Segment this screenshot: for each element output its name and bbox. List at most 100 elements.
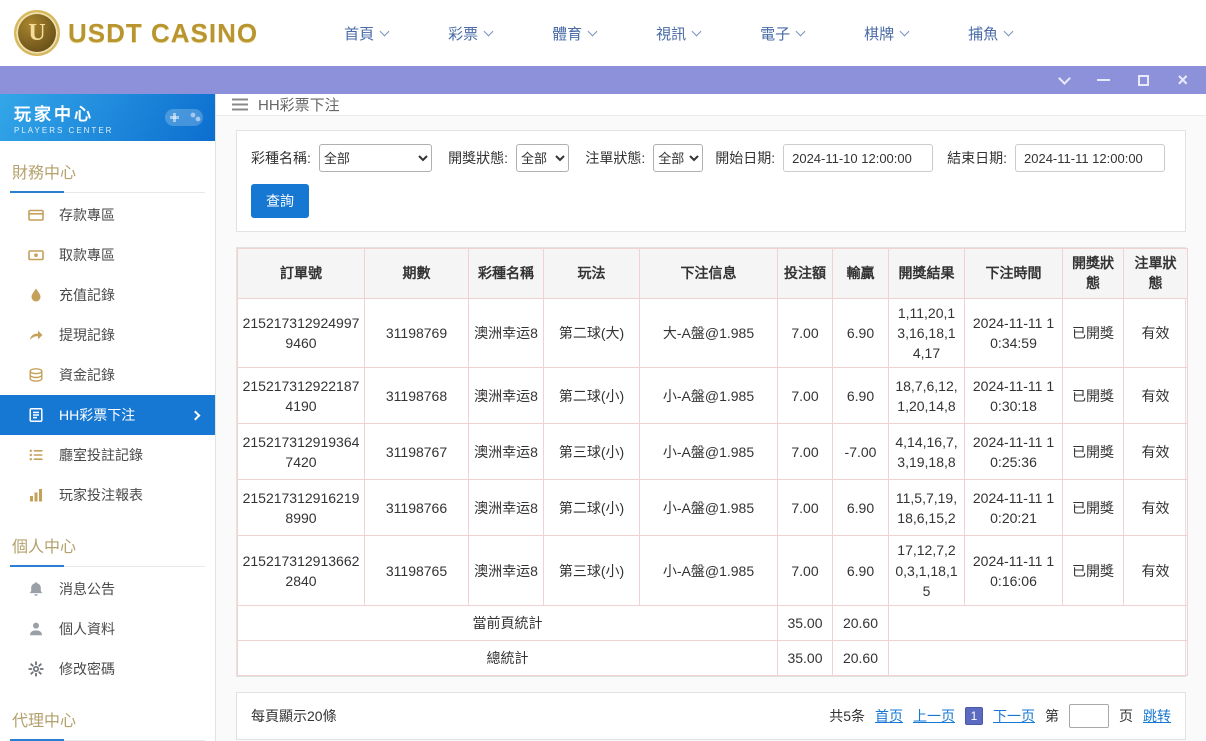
table-row: 2152173129193647420 31198767 澳洲幸运8 第三球(小… — [237, 423, 1188, 481]
order-status-label: 注單狀態: — [585, 150, 646, 166]
cell-play: 第二球(小) — [543, 479, 640, 537]
current-page-badge[interactable]: 1 — [965, 707, 983, 726]
start-date-input[interactable] — [783, 144, 934, 172]
cell-bet-amount: 7.00 — [777, 535, 833, 607]
sidebar-item-change-password[interactable]: 修改密碼 — [0, 649, 215, 689]
query-button[interactable]: 查詢 — [251, 184, 309, 218]
cell-bet-info: 小-A盤@1.985 — [639, 423, 778, 481]
column-header-bet-amount: 投注額 — [777, 248, 833, 299]
cell-bet-time: 2024-11-11 10:25:36 — [964, 423, 1063, 481]
share-arrow-icon — [28, 327, 44, 343]
sidebar-item-funds-record[interactable]: 資金記錄 — [0, 355, 215, 395]
sidebar-item-hh-lottery-bet[interactable]: HH彩票下注 — [0, 395, 215, 435]
cell-bet-time: 2024-11-11 10:30:18 — [964, 367, 1063, 425]
chevron-down-icon — [795, 26, 806, 36]
first-page-link[interactable]: 首页 — [875, 706, 903, 726]
bullet-list-icon — [28, 447, 44, 463]
next-page-link[interactable]: 下一页 — [993, 706, 1035, 726]
table-row: 2152173129136622840 31198765 澳洲幸运8 第三球(小… — [237, 535, 1188, 607]
table-header-row: 訂單號 期數 彩種名稱 玩法 下注信息 投注額 輸贏 開獎結果 下注時間 開獎狀… — [237, 248, 1188, 299]
nav-item-sports[interactable]: 體育 — [522, 23, 626, 44]
nav-item-boardgames[interactable]: 棋牌 — [834, 23, 938, 44]
nav-item-live[interactable]: 視訊 — [626, 23, 730, 44]
page-jump-input[interactable] — [1069, 704, 1109, 729]
total-summary-row: 總統計 35.00 20.60 — [237, 640, 1188, 677]
summary-win-loss: 20.60 — [832, 640, 889, 677]
cell-win-loss: 6.90 — [832, 535, 889, 607]
lottery-name-select[interactable]: 全部 — [318, 144, 433, 172]
column-header-bet-info: 下注信息 — [639, 248, 778, 299]
prev-page-link[interactable]: 上一页 — [913, 706, 955, 726]
cell-win-loss: 6.90 — [832, 479, 889, 537]
hamburger-menu-icon[interactable] — [232, 98, 248, 111]
filter-panel: 彩種名稱: 全部 開獎狀態: 全部 注單狀態: 全部 開始日期: 結束日期: 查… — [236, 130, 1186, 232]
nav-item-home[interactable]: 首頁 — [314, 23, 418, 44]
current-page-summary-row: 當前頁統計 35.00 20.60 — [237, 605, 1188, 642]
withdraw-money-icon — [28, 247, 44, 263]
window-maximize-icon[interactable] — [1138, 74, 1150, 86]
table-row: 2152173129249979460 31198769 澳洲幸运8 第二球(大… — [237, 297, 1188, 369]
cell-draw-status: 已開獎 — [1062, 423, 1124, 481]
sidebar-item-label: HH彩票下注 — [59, 407, 136, 423]
logo-text: USDT CASINO — [68, 17, 259, 48]
draw-status-select[interactable]: 全部 — [516, 144, 570, 172]
nav-label: 電子 — [760, 25, 791, 43]
jump-suffix-label: 页 — [1119, 708, 1133, 725]
cell-bet-amount: 7.00 — [777, 367, 833, 425]
sidebar-item-player-bet-report[interactable]: 玩家投注報表 — [0, 475, 215, 515]
column-header-draw-status: 開獎狀態 — [1062, 248, 1124, 299]
cell-draw-status: 已開獎 — [1062, 297, 1124, 369]
section-agent-center: 代理中心 — [10, 699, 205, 741]
bell-icon — [28, 581, 44, 597]
table-row: 2152173129162198990 31198766 澳洲幸运8 第二球(小… — [237, 479, 1188, 537]
sidebar-item-recharge-record[interactable]: 充值記錄 — [0, 275, 215, 315]
cell-win-loss: 6.90 — [832, 297, 889, 369]
cell-draw-result: 11,5,7,19,18,6,15,2 — [888, 479, 965, 537]
cell-period: 31198768 — [364, 367, 469, 425]
cell-bet-time: 2024-11-11 10:16:06 — [964, 535, 1063, 607]
cell-lottery: 澳洲幸运8 — [468, 423, 544, 481]
cell-bet-info: 大-A盤@1.985 — [639, 297, 778, 369]
nav-item-electronic[interactable]: 電子 — [730, 23, 834, 44]
order-status-select[interactable]: 全部 — [653, 144, 704, 172]
total-count-text: 共5条 — [829, 708, 865, 725]
lottery-name-label: 彩種名稱: — [251, 150, 311, 166]
sidebar-item-announcements[interactable]: 消息公告 — [0, 569, 215, 609]
cell-draw-status: 已開獎 — [1062, 367, 1124, 425]
sidebar-item-deposit[interactable]: 存款專區 — [0, 195, 215, 235]
chevron-down-icon — [899, 26, 910, 36]
chevron-down-icon — [691, 26, 702, 36]
sidebar-item-withdrawal-record[interactable]: 提現記錄 — [0, 315, 215, 355]
sidebar-item-label: 取款專區 — [59, 247, 115, 263]
window-close-icon[interactable]: × — [1177, 71, 1188, 89]
sidebar-item-withdraw[interactable]: 取款專區 — [0, 235, 215, 275]
cell-bet-amount: 7.00 — [777, 423, 833, 481]
cell-play: 第二球(大) — [543, 297, 640, 369]
window-collapse-icon[interactable] — [1058, 71, 1072, 85]
chevron-down-icon — [1003, 26, 1014, 36]
nav-item-fishing[interactable]: 捕魚 — [938, 23, 1042, 44]
window-minimize-icon[interactable] — [1097, 79, 1111, 81]
end-date-input[interactable] — [1015, 144, 1165, 172]
cell-order-status: 有效 — [1123, 479, 1188, 537]
jump-button[interactable]: 跳转 — [1143, 706, 1171, 726]
top-header: U USDT CASINO 首頁 彩票 體育 視訊 電子 棋牌 捕魚 — [0, 0, 1206, 66]
deposit-card-icon — [28, 207, 44, 223]
cell-bet-time: 2024-11-11 10:20:21 — [964, 479, 1063, 537]
sidebar-item-label: 提現記錄 — [59, 327, 115, 343]
cell-play: 第三球(小) — [543, 423, 640, 481]
column-header-draw-result: 開獎結果 — [888, 248, 965, 299]
nav-item-lottery[interactable]: 彩票 — [418, 23, 522, 44]
column-header-win-loss: 輸贏 — [832, 248, 889, 299]
column-header-bet-time: 下注時間 — [964, 248, 1063, 299]
cell-bet-amount: 7.00 — [777, 479, 833, 537]
summary-empty — [888, 605, 1188, 642]
sidebar-item-label: 資金記錄 — [59, 367, 115, 383]
chevron-down-icon — [587, 26, 598, 36]
sidebar-item-profile[interactable]: 個人資料 — [0, 609, 215, 649]
logo[interactable]: U USDT CASINO — [14, 10, 258, 56]
chevron-down-icon — [379, 26, 390, 36]
main-nav: 首頁 彩票 體育 視訊 電子 棋牌 捕魚 — [314, 23, 1042, 44]
sidebar-item-hall-bet-record[interactable]: 廳室投註記錄 — [0, 435, 215, 475]
cell-lottery: 澳洲幸运8 — [468, 535, 544, 607]
